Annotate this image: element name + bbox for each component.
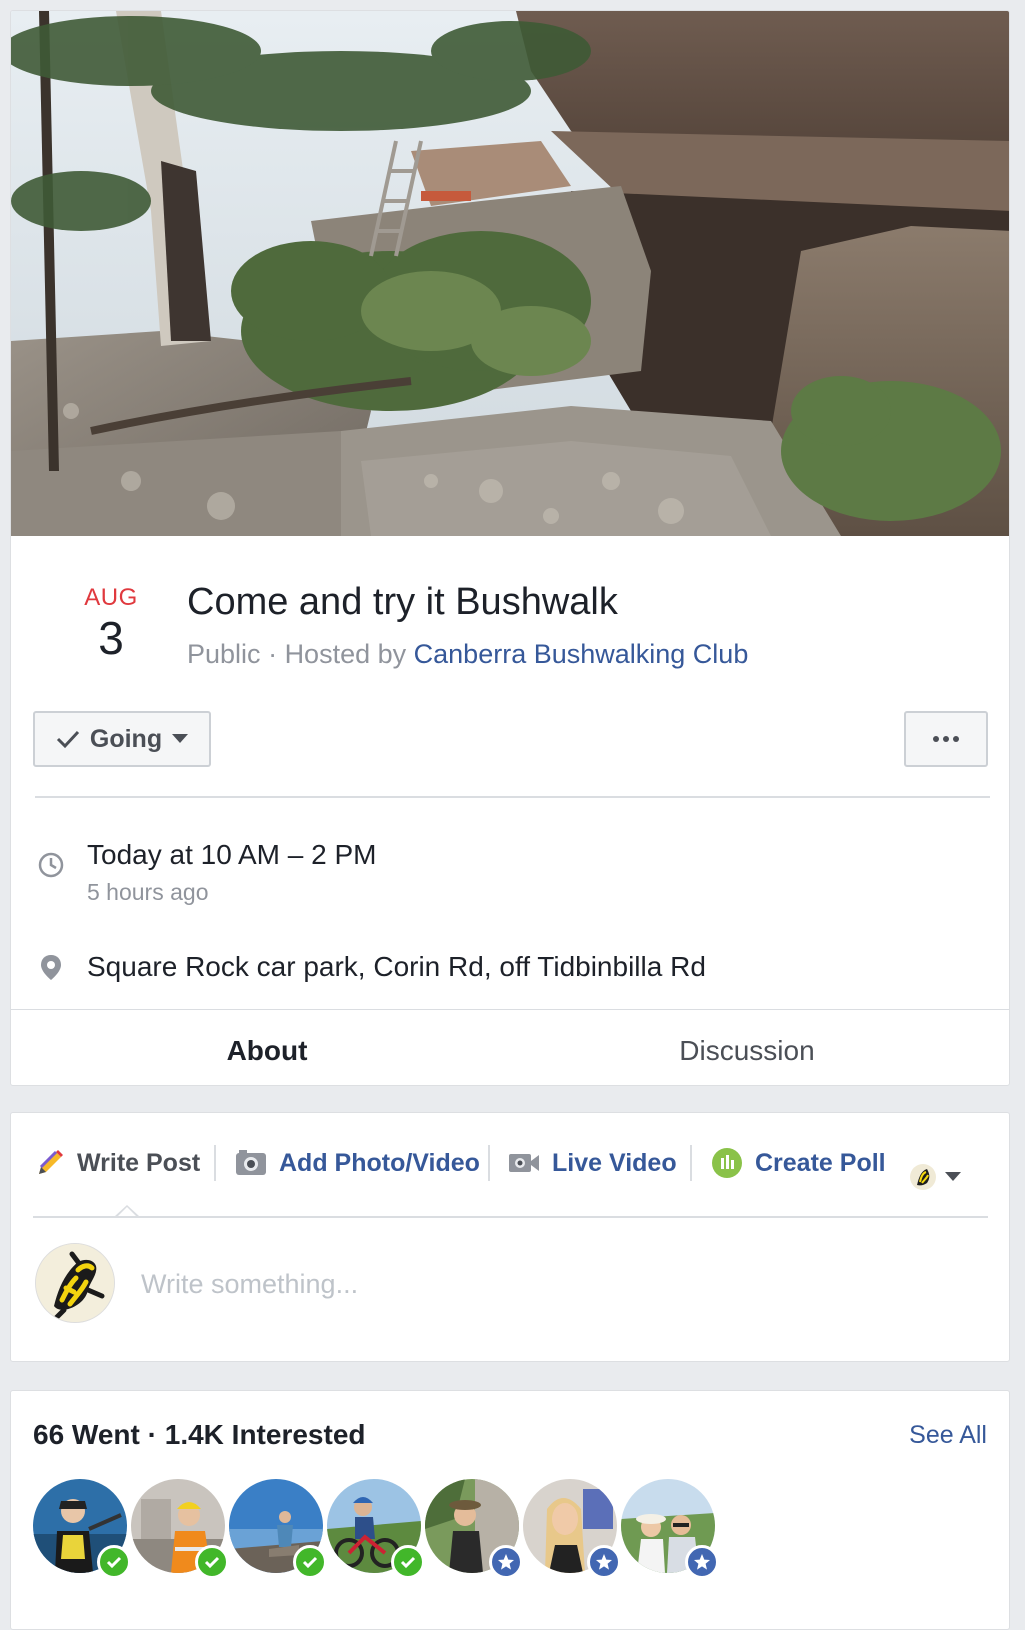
- composer-divider: [33, 1216, 988, 1218]
- separator-dot: ·: [268, 639, 285, 669]
- write-post-tab[interactable]: Write Post: [35, 1141, 200, 1185]
- more-options-button[interactable]: [904, 711, 988, 767]
- event-day: 3: [98, 612, 124, 664]
- guest-avatar[interactable]: [229, 1479, 327, 1579]
- check-icon: [106, 1556, 122, 1569]
- check-icon: [56, 730, 79, 749]
- tab-about[interactable]: About: [27, 1011, 507, 1085]
- guest-avatar[interactable]: [621, 1479, 719, 1579]
- event-month: AUG: [84, 584, 138, 611]
- details-divider: [35, 796, 990, 798]
- event-title: Come and try it Bushwalk: [187, 581, 618, 623]
- camera-icon: [236, 1150, 266, 1175]
- guest-avatar[interactable]: [523, 1479, 621, 1579]
- check-icon: [400, 1556, 416, 1569]
- event-date: AUG 3: [63, 584, 159, 664]
- add-photo-video-tab[interactable]: Add Photo/Video: [235, 1141, 480, 1185]
- caret-down-icon: [945, 1172, 961, 1181]
- event-time[interactable]: Today at 10 AM – 2 PM: [87, 839, 377, 871]
- corroboree-frog-logo-icon: [36, 1244, 114, 1322]
- active-tab-caret: [115, 1205, 139, 1217]
- event-host-link[interactable]: Canberra Bushwalking Club: [414, 639, 749, 669]
- check-icon: [302, 1556, 318, 1569]
- interested-badge: [587, 1545, 621, 1579]
- star-icon: [694, 1554, 710, 1570]
- caret-down-icon: [172, 734, 189, 743]
- pencil-icon: [39, 1150, 63, 1174]
- location-pin-icon: [41, 955, 61, 980]
- event-subline: Public · Hosted by Canberra Bushwalking …: [187, 639, 748, 670]
- live-video-label: Live Video: [552, 1148, 677, 1177]
- ellipsis-icon: [933, 736, 959, 742]
- event-location[interactable]: Square Rock car park, Corin Rd, off Tidb…: [87, 951, 706, 983]
- check-icon: [204, 1556, 220, 1569]
- tab-separator: [690, 1145, 692, 1181]
- going-badge: [293, 1545, 327, 1579]
- post-as-selector[interactable]: [909, 1163, 961, 1191]
- club-logo-small-icon: [910, 1164, 936, 1190]
- add-photo-video-label: Add Photo/Video: [279, 1148, 480, 1177]
- create-poll-tab[interactable]: Create Poll: [711, 1141, 886, 1185]
- guest-counts: 66 Went · 1.4K Interested: [33, 1419, 366, 1451]
- event-time-relative: 5 hours ago: [87, 879, 209, 905]
- tab-separator: [488, 1145, 490, 1181]
- write-something-input[interactable]: [139, 1261, 963, 1307]
- interested-badge: [685, 1545, 719, 1579]
- event-privacy: Public: [187, 639, 261, 669]
- create-poll-label: Create Poll: [755, 1148, 886, 1177]
- tabs-divider: [11, 1009, 1009, 1010]
- guest-avatar[interactable]: [33, 1479, 131, 1579]
- going-label: Going: [89, 724, 163, 753]
- interested-count[interactable]: 1.4K Interested: [165, 1419, 366, 1450]
- post-composer: Write Post Add Photo/Video Live Video Cr…: [10, 1112, 1010, 1362]
- cover-photo[interactable]: [11, 11, 1010, 536]
- clock-icon: [38, 852, 64, 878]
- went-count[interactable]: 66 Went: [33, 1419, 140, 1450]
- see-all-link[interactable]: See All: [909, 1421, 987, 1450]
- event-card: AUG 3 Come and try it Bushwalk Public · …: [10, 10, 1010, 1086]
- star-icon: [498, 1554, 514, 1570]
- guests-card: 66 Went · 1.4K Interested See All: [10, 1390, 1010, 1630]
- going-button[interactable]: Going: [33, 711, 211, 767]
- guest-avatar[interactable]: [131, 1479, 229, 1579]
- tab-separator: [214, 1145, 216, 1181]
- star-icon: [596, 1554, 612, 1570]
- video-camera-icon: [509, 1154, 539, 1172]
- interested-badge: [489, 1545, 523, 1579]
- going-badge: [391, 1545, 425, 1579]
- active-tab-indicator: [27, 1085, 507, 1086]
- write-post-label: Write Post: [77, 1148, 201, 1177]
- going-badge: [195, 1545, 229, 1579]
- poll-icon: [712, 1148, 742, 1178]
- separator-dot: ·: [147, 1419, 165, 1450]
- tab-discussion[interactable]: Discussion: [507, 1011, 987, 1085]
- going-badge: [97, 1545, 131, 1579]
- guest-avatar[interactable]: [327, 1479, 425, 1579]
- live-video-tab[interactable]: Live Video: [508, 1141, 677, 1185]
- guest-avatar[interactable]: [425, 1479, 523, 1579]
- user-avatar: [35, 1243, 115, 1323]
- hosted-by-label: Hosted by: [284, 639, 407, 669]
